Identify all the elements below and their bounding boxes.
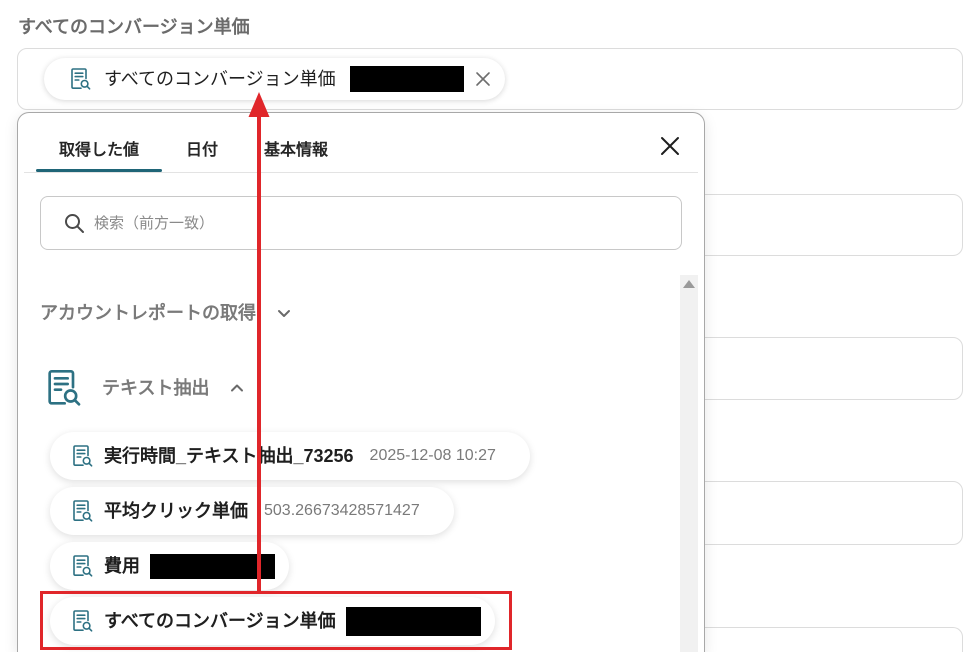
chevron-up-icon <box>231 384 244 392</box>
value-item-highlighted[interactable]: すべてのコンバージョン単価 <box>50 597 495 645</box>
scroll-up-arrow[interactable] <box>683 280 695 288</box>
item-label: 実行時間_テキスト抽出_73256 <box>104 446 354 466</box>
search-icon <box>65 213 84 233</box>
value-picker-popup: 取得した値 日付 基本情報 アカウントレポートの取得 テキスト抽出 <box>17 112 705 652</box>
item-label: 費用 <box>104 556 140 576</box>
tab-label: 取得した値 <box>58 141 139 159</box>
close-icon[interactable] <box>659 135 681 157</box>
document-search-icon <box>70 499 94 523</box>
close-icon[interactable] <box>474 70 492 88</box>
document-search-icon <box>70 444 94 468</box>
section-header-account-report[interactable]: アカウントレポートの取得 <box>40 300 292 326</box>
tab-divider <box>24 172 698 173</box>
tab-date[interactable]: 日付 <box>162 123 242 172</box>
field-label: すべてのコンバージョン単価 <box>18 17 250 37</box>
tab-label: 日付 <box>185 141 218 159</box>
tab-bar: 取得した値 日付 基本情報 <box>36 123 350 172</box>
redacted-value <box>349 66 464 92</box>
section-title: アカウントレポートの取得 <box>40 303 256 323</box>
value-item[interactable]: 費用 <box>50 542 289 590</box>
item-value: 2025-12-08 10:27 <box>369 447 496 464</box>
section-title: テキスト抽出 <box>102 378 210 398</box>
tab-label: 基本情報 <box>263 141 328 159</box>
tab-obtained-values[interactable]: 取得した値 <box>36 123 162 172</box>
item-value: 503.26673428571427 <box>264 502 420 519</box>
section-header-text-extraction[interactable]: テキスト抽出 <box>43 368 245 408</box>
item-label: すべてのコンバージョン単価 <box>104 611 336 631</box>
scrollbar[interactable] <box>680 275 698 652</box>
item-label: 平均クリック単価 <box>104 501 248 521</box>
document-search-icon <box>43 368 83 408</box>
document-search-icon <box>70 609 94 633</box>
document-search-icon <box>70 554 94 578</box>
chevron-down-icon <box>278 310 290 317</box>
selected-value-chip[interactable]: すべてのコンバージョン単価 <box>44 58 505 100</box>
value-item[interactable]: 実行時間_テキスト抽出_73256 2025-12-08 10:27 <box>50 432 530 480</box>
tab-basic-info[interactable]: 基本情報 <box>242 123 350 172</box>
document-search-icon <box>68 67 92 91</box>
search-input[interactable] <box>94 208 654 238</box>
value-list: 実行時間_テキスト抽出_73256 2025-12-08 10:27 平均クリッ… <box>50 432 530 645</box>
value-item[interactable]: 平均クリック単価 503.26673428571427 <box>50 487 454 535</box>
redacted-value <box>345 606 481 636</box>
search-box <box>40 196 682 250</box>
redacted-value <box>150 553 275 579</box>
chip-label: すべてのコンバージョン単価 <box>104 69 336 89</box>
